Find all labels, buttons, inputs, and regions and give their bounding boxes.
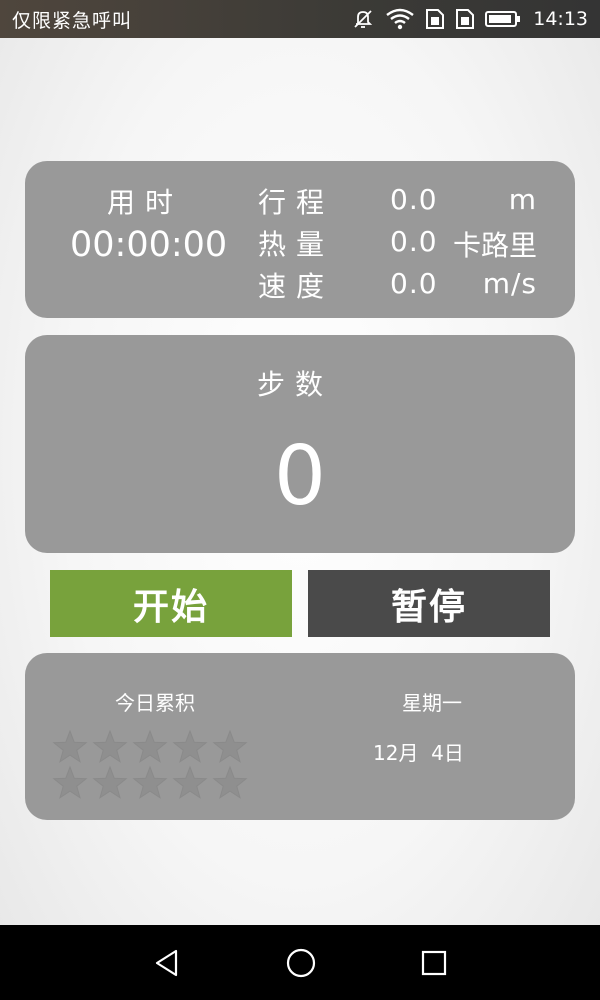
clock-time: 14:13 [533,8,588,30]
star-icon [132,730,168,763]
back-button[interactable] [127,925,207,1000]
home-icon [286,948,316,977]
distance-value: 0.0 [390,183,438,216]
star-icon [52,730,88,763]
speed-label: 速度 [258,270,335,303]
carrier-text: 仅限紧急呼叫 [12,9,133,32]
steps-count: 0 [273,429,327,524]
distance-label: 行程 [258,186,335,219]
time-label: 用时 [107,186,184,219]
star-icon [212,730,248,763]
navigation-bar [0,925,600,1000]
battery-icon [485,10,521,28]
speed-value: 0.0 [390,267,438,300]
star-icon [172,730,208,763]
start-button[interactable]: 开始 [50,570,292,637]
recents-button[interactable] [394,925,474,1000]
star-icon [172,765,208,799]
speed-unit: m/s [482,267,537,300]
steps-label: 步数 [257,368,334,401]
wifi-icon [385,8,415,30]
status-icons: 14:13 [351,7,588,31]
recents-icon [421,950,447,975]
star-icon [132,765,168,799]
date-label: 12月 4日 [373,741,464,765]
calories-label: 热量 [258,228,335,261]
mute-icon [351,7,375,31]
star-rating [52,730,252,802]
star-icon [52,765,88,799]
stats-panel: 用时 00:00:00 行程 0.0 m 热量 0.0 卡路里 速度 0.0 m… [25,161,575,318]
pause-button[interactable]: 暂停 [308,570,550,637]
distance-unit: m [508,183,537,216]
star-icon [92,730,128,763]
star-icon [92,765,128,799]
star-icon [212,765,248,799]
back-icon [155,949,178,976]
summary-panel: 今日累积 星期一 12月 4日 [25,653,575,820]
weekday-label: 星期一 [402,691,462,715]
steps-panel: 步数 0 [25,335,575,553]
calories-value: 0.0 [390,225,438,258]
today-total-label: 今日累积 [115,691,195,715]
home-button[interactable] [261,925,341,1000]
status-bar: 仅限紧急呼叫 14:13 [0,0,600,38]
sim-card-icon [425,8,445,30]
time-value: 00:00:00 [70,225,228,265]
sim-card-icon [455,8,475,30]
calories-unit: 卡路里 [452,229,537,262]
